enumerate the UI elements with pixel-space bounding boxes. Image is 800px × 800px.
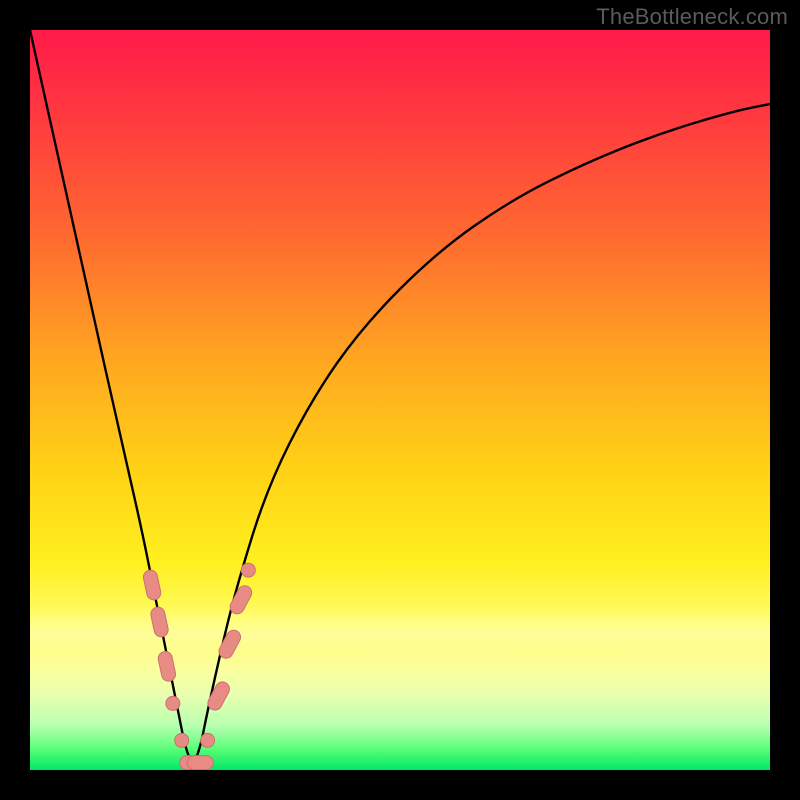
data-marker (142, 569, 162, 601)
data-marker (187, 756, 213, 770)
data-marker (228, 583, 254, 616)
data-marker (201, 733, 215, 747)
data-marker (166, 696, 180, 710)
data-marker (241, 563, 255, 577)
plot-area (30, 30, 770, 770)
data-marker (205, 679, 231, 712)
data-marker (150, 606, 170, 638)
bottleneck-curve-svg (30, 30, 770, 770)
chart-frame: TheBottleneck.com (0, 0, 800, 800)
data-marker (157, 650, 177, 682)
attribution-label: TheBottleneck.com (596, 4, 788, 30)
markers-group (142, 563, 255, 769)
data-marker (175, 733, 189, 747)
bottleneck-curve (30, 30, 770, 762)
data-marker (217, 628, 243, 661)
